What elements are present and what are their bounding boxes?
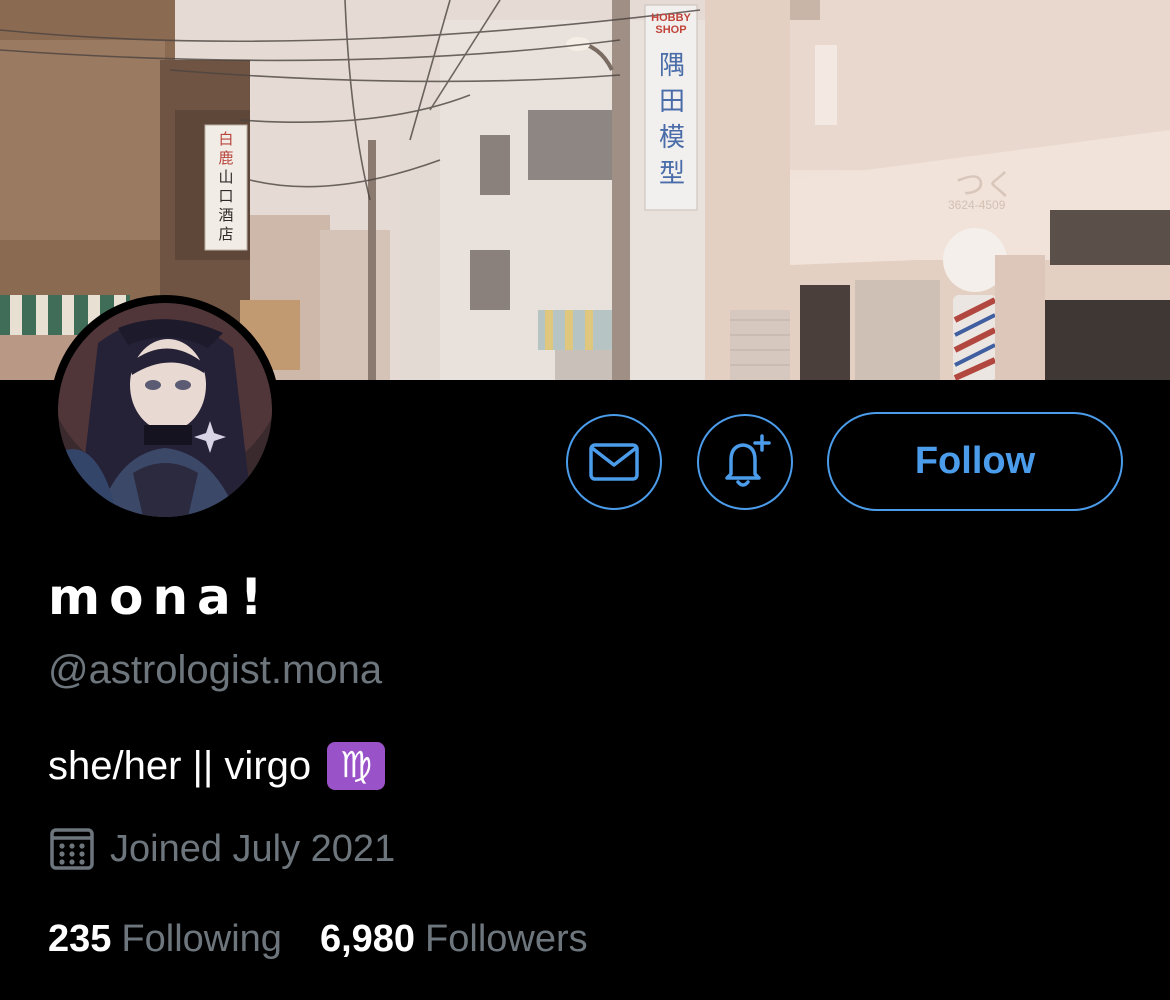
following-label: Following bbox=[121, 918, 282, 960]
banner-awning-phone: 3624-4509 bbox=[948, 198, 1006, 212]
banner-left-sign-kanji: 白 鹿 山 口 酒 店 bbox=[218, 130, 234, 243]
joined-text: Joined July 2021 bbox=[110, 827, 396, 870]
follow-button[interactable]: Follow bbox=[827, 412, 1123, 511]
banner-shop-sign-top: HOBBY SHOP bbox=[651, 12, 691, 36]
avatar[interactable] bbox=[50, 295, 280, 525]
bio-text: she/her || virgo bbox=[48, 743, 312, 788]
display-name: mona! bbox=[48, 568, 272, 626]
virgo-emoji-icon: ♍ bbox=[327, 742, 386, 790]
following-link[interactable]: 235 Following bbox=[48, 918, 282, 961]
banner-shop-sign-kanji: 隅 田 模 型 bbox=[658, 51, 685, 189]
followers-link[interactable]: 6,980 Followers bbox=[320, 918, 588, 961]
following-count: 235 bbox=[48, 918, 112, 960]
profile-handle: @astrologist.mona bbox=[48, 648, 383, 692]
profile-stats: 235 Following 6,980 Followers bbox=[48, 918, 588, 961]
message-button[interactable] bbox=[566, 414, 662, 510]
notification-button[interactable] bbox=[697, 414, 793, 510]
calendar-icon bbox=[50, 828, 94, 870]
bell-plus-icon bbox=[725, 434, 771, 487]
envelope-icon bbox=[589, 443, 639, 481]
followers-label: Followers bbox=[425, 918, 588, 960]
profile-bio: she/her || virgo ♍ bbox=[48, 742, 386, 790]
joined-date: Joined July 2021 bbox=[48, 825, 395, 873]
followers-count: 6,980 bbox=[319, 918, 416, 960]
